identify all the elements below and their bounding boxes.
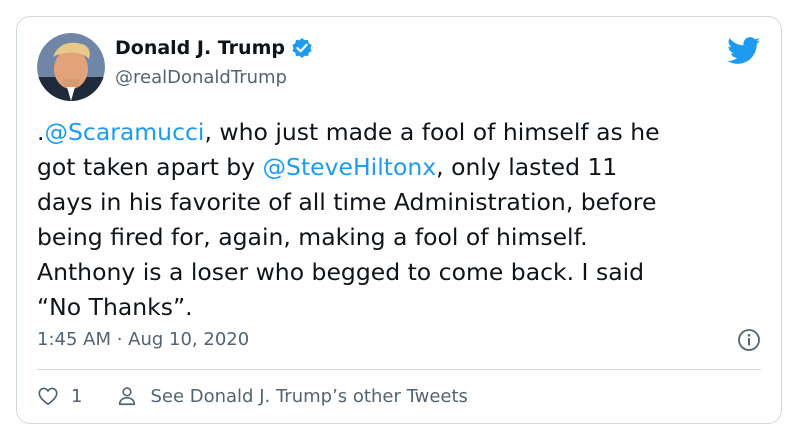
- avatar[interactable]: [37, 33, 105, 101]
- person-icon[interactable]: [116, 385, 138, 407]
- info-icon[interactable]: [737, 328, 761, 352]
- tweet-timestamp[interactable]: 1:45 AM · Aug 10, 2020: [37, 329, 249, 350]
- tweet-actions: 1 See Donald J. Trump’s other Tweets: [37, 385, 468, 407]
- heart-icon[interactable]: [37, 385, 59, 407]
- like-count: 1: [71, 385, 83, 407]
- twitter-bird-icon[interactable]: [727, 37, 761, 65]
- author-handle[interactable]: @realDonaldTrump: [115, 67, 287, 88]
- tweet-text: .@Scaramucci, who just made a fool of hi…: [37, 115, 757, 325]
- author-name[interactable]: Donald J. Trump: [115, 37, 285, 59]
- mention-link-stevehiltonx[interactable]: @SteveHiltonx: [263, 153, 437, 181]
- other-tweets-link[interactable]: See Donald J. Trump’s other Tweets: [150, 386, 467, 407]
- mention-link-scaramucci[interactable]: @Scaramucci: [44, 118, 204, 146]
- author-row: Donald J. Trump: [115, 37, 313, 59]
- verified-badge-icon: [291, 37, 313, 59]
- tweet-card: Donald J. Trump @realDonaldTrump .@Scara…: [16, 16, 782, 424]
- divider: [37, 369, 761, 370]
